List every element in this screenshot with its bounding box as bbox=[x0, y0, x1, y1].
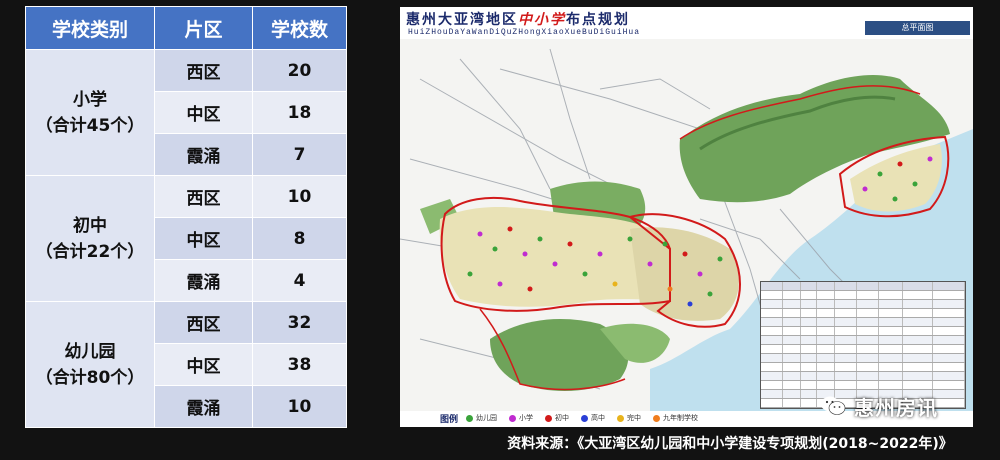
map-tag: 总平面图 bbox=[865, 21, 970, 35]
watermark: 惠州房讯 bbox=[820, 392, 938, 420]
legend-label: 九年制学校 bbox=[663, 414, 699, 422]
district-cell: 中区 bbox=[154, 217, 253, 260]
table-row: 幼儿园 （合计80个） 西区 32 bbox=[25, 301, 347, 428]
category-cell-primary: 小学 （合计45个） bbox=[25, 49, 155, 176]
map-subtitle: HuiZHouDaYaWanDiQuZHongXiaoXueBuDiGuiHua bbox=[408, 28, 641, 37]
district-cell: 西区 bbox=[154, 175, 253, 218]
category-name: 初中 bbox=[73, 215, 107, 236]
legend-item: 九年制学校 bbox=[653, 413, 698, 423]
category-cell-middle: 初中 （合计22个） bbox=[25, 175, 155, 302]
count-cell: 8 bbox=[252, 217, 347, 260]
category-total: （合计45个） bbox=[35, 115, 145, 136]
district-cell: 霞涌 bbox=[154, 385, 253, 428]
legend-label: 高中 bbox=[591, 414, 606, 422]
legend-title: 图例 bbox=[440, 414, 459, 425]
legend-item: 幼儿园 bbox=[466, 413, 497, 423]
category-cell-kindergarten: 幼儿园 （合计80个） bbox=[25, 301, 155, 428]
planning-map: 惠州大亚湾地区中小学布点规划 HuiZHouDaYaWanDiQuZHongXi… bbox=[400, 7, 973, 427]
district-cell: 霞涌 bbox=[154, 133, 253, 176]
district-cell: 中区 bbox=[154, 343, 253, 386]
legend-dot-icon bbox=[617, 414, 625, 422]
count-cell: 18 bbox=[252, 91, 347, 134]
source-caption: 资料来源：《大亚湾区幼儿园和中小学建设专项规划(2018~2022年)》 bbox=[507, 436, 953, 452]
header-school-type: 学校类别 bbox=[25, 6, 155, 50]
category-total: （合计80个） bbox=[35, 367, 145, 388]
header-district: 片区 bbox=[154, 6, 253, 50]
legend-label: 小学 bbox=[519, 414, 534, 422]
map-inset-table bbox=[760, 281, 966, 409]
count-cell: 7 bbox=[252, 133, 347, 176]
school-count-table: 学校类别 片区 学校数 小学 （合计45个） 西区 20 中区 18 霞涌 7 … bbox=[25, 6, 347, 428]
district-cell: 西区 bbox=[154, 49, 253, 92]
legend-dot-icon bbox=[509, 414, 517, 422]
district-cell: 西区 bbox=[154, 301, 253, 344]
count-cell: 32 bbox=[252, 301, 347, 344]
header-school-count: 学校数 bbox=[252, 6, 347, 50]
legend-dot-icon bbox=[581, 414, 589, 422]
table-row: 初中 （合计22个） 西区 10 bbox=[25, 175, 347, 302]
map-legend: 图例 幼儿园 小学 初中 高中 完中 九年制学校 bbox=[440, 411, 710, 425]
legend-dot-icon bbox=[653, 414, 661, 422]
legend-item: 高中 bbox=[581, 413, 605, 423]
count-cell: 10 bbox=[252, 385, 347, 428]
count-cell: 10 bbox=[252, 175, 347, 218]
wechat-icon bbox=[821, 396, 846, 415]
count-cell: 38 bbox=[252, 343, 347, 386]
legend-label: 完中 bbox=[627, 414, 642, 422]
legend-item: 小学 bbox=[509, 413, 533, 423]
legend-label: 幼儿园 bbox=[476, 414, 498, 422]
table-header-row: 学校类别 片区 学校数 bbox=[25, 6, 347, 50]
district-cell: 霞涌 bbox=[154, 259, 253, 302]
legend-item: 完中 bbox=[617, 413, 641, 423]
count-cell: 20 bbox=[252, 49, 347, 92]
legend-dot-icon bbox=[545, 414, 553, 422]
legend-dot-icon bbox=[466, 414, 474, 422]
legend-label: 初中 bbox=[555, 414, 570, 422]
map-title-highlight: 中小学 bbox=[518, 12, 566, 28]
category-name: 小学 bbox=[73, 89, 107, 110]
watermark-text: 惠州房讯 bbox=[854, 395, 938, 420]
count-cell: 4 bbox=[252, 259, 347, 302]
map-title-right: 布点规划 bbox=[566, 12, 630, 28]
table-row: 小学 （合计45个） 西区 20 bbox=[25, 49, 347, 176]
category-total: （合计22个） bbox=[35, 241, 145, 262]
map-title-left: 惠州大亚湾地区 bbox=[406, 12, 518, 28]
legend-item: 初中 bbox=[545, 413, 569, 423]
map-title: 惠州大亚湾地区中小学布点规划 bbox=[406, 9, 630, 29]
district-cell: 中区 bbox=[154, 91, 253, 134]
category-name: 幼儿园 bbox=[64, 341, 116, 362]
